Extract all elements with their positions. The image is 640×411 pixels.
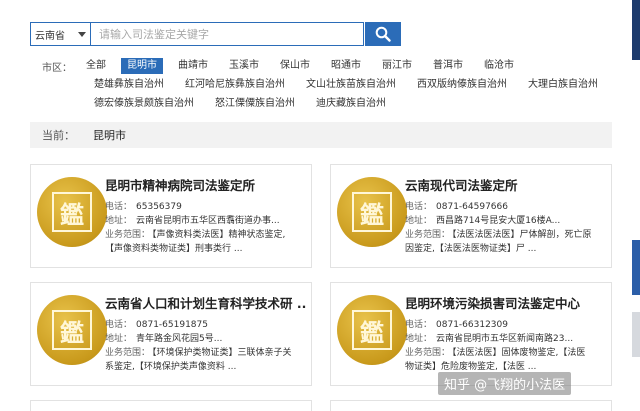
side-image <box>632 240 640 295</box>
address-value: 西昌路714号昆安大厦16楼A... <box>436 216 561 226</box>
region-option[interactable]: 昆明市 <box>121 58 163 74</box>
province-select-value: 云南省 <box>35 30 65 42</box>
address-label: 地址： <box>405 334 433 344</box>
institution-name[interactable]: 云南现代司法鉴定所 <box>405 175 607 194</box>
institution-logo: 鑑 <box>337 295 407 365</box>
region-option[interactable]: 迪庆藏族自治州 <box>310 96 392 112</box>
scope-label: 业务范围： <box>405 230 451 240</box>
address-value: 云南省昆明市五华区西翥街道办事... <box>136 216 280 226</box>
scope-label: 业务范围： <box>105 348 151 358</box>
institution-card-partial <box>330 400 612 411</box>
institution-name[interactable]: 昆明市精神病院司法鉴定所 <box>105 175 307 194</box>
seal-icon: 鑑 <box>52 192 92 232</box>
search-icon <box>375 26 391 42</box>
side-strip <box>628 0 640 411</box>
address-label: 地址： <box>105 334 133 344</box>
phone-label: 电话： <box>405 202 433 212</box>
current-location-bar: 当前： 昆明市 <box>30 122 612 148</box>
institution-name[interactable]: 昆明环境污染损害司法鉴定中心 <box>405 293 607 312</box>
region-row-2: 楚雄彝族自治州 红河哈尼族彝族自治州 文山壮族苗族自治州 西双版纳傣族自治州 大理白族自… <box>88 77 613 93</box>
region-row-3: 德宏傣族景颇族自治州 怒江傈僳族自治州 迪庆藏族自治州 <box>88 96 401 112</box>
seal-icon: 鑑 <box>352 192 392 232</box>
phone-label: 电话： <box>105 202 133 212</box>
phone-label: 电话： <box>105 320 133 330</box>
search-input[interactable] <box>90 22 364 46</box>
search-bar: 云南省 <box>30 22 401 46</box>
scope-line-1: 【法医法医】固体废物鉴定,【法医 <box>452 348 586 358</box>
address-label: 地址： <box>105 216 133 226</box>
region-option[interactable]: 文山壮族苗族自治州 <box>300 77 402 93</box>
institution-card[interactable]: 鑑 云南省人口和计划生育科学技术研 ... 电话： 0871-65191875 地… <box>30 282 312 386</box>
region-option[interactable]: 丽江市 <box>376 58 418 74</box>
address-value: 青年路金风花园5号... <box>136 334 223 344</box>
region-option[interactable]: 西双版纳傣族自治州 <box>411 77 513 93</box>
scope-line-1: 【声像资料类法医】精神状态鉴定, <box>152 230 286 240</box>
current-label: 当前： <box>42 129 75 142</box>
address-value: 云南省昆明市五华区新闻南路23... <box>436 334 574 344</box>
region-option[interactable]: 临沧市 <box>478 58 520 74</box>
address-label: 地址： <box>405 216 433 226</box>
side-image <box>632 0 640 60</box>
seal-icon: 鑑 <box>352 310 392 350</box>
institution-card[interactable]: 鑑 昆明市精神病院司法鉴定所 电话： 65356379 地址： 云南省昆明市五华区西… <box>30 164 312 268</box>
institution-logo: 鑑 <box>37 295 107 365</box>
scope-line-1: 【环境保护类物证类】三联体亲子关 <box>152 348 292 358</box>
scope-label: 业务范围： <box>105 230 151 240</box>
phone-label: 电话： <box>405 320 433 330</box>
chevron-down-icon <box>78 32 86 37</box>
scope-line-1: 【法医法医法医】尸体解剖，死亡原 <box>452 230 592 240</box>
institution-logo: 鑑 <box>337 177 407 247</box>
institution-card[interactable]: 鑑 昆明环境污染损害司法鉴定中心 电话： 0871-66312309 地址： 云南省… <box>330 282 612 386</box>
phone-value: 0871-64597666 <box>436 202 508 212</box>
current-value: 昆明市 <box>93 129 126 142</box>
region-option[interactable]: 全部 <box>80 58 112 74</box>
region-option[interactable]: 昭通市 <box>325 58 367 74</box>
side-image <box>632 312 640 357</box>
region-option[interactable]: 玉溪市 <box>223 58 265 74</box>
phone-value: 0871-66312309 <box>436 320 508 330</box>
region-option[interactable]: 大理白族自治州 <box>522 77 604 93</box>
institution-name[interactable]: 云南省人口和计划生育科学技术研 ... <box>105 293 307 312</box>
region-option[interactable]: 曲靖市 <box>172 58 214 74</box>
region-option[interactable]: 怒江傈僳族自治州 <box>209 96 301 112</box>
region-option[interactable]: 保山市 <box>274 58 316 74</box>
search-button[interactable] <box>365 22 401 46</box>
main-panel: 云南省 市区： 全部昆明市曲靖市玉溪市保山市昭通市丽江市普洱市临沧市 楚雄彝族自… <box>18 0 618 411</box>
scope-line-2: 物证类】危险废物鉴定,【法医 ... <box>405 362 537 372</box>
province-select[interactable]: 云南省 <box>30 22 90 46</box>
phone-value: 65356379 <box>136 202 182 212</box>
institution-card-partial <box>30 400 312 411</box>
region-option[interactable]: 红河哈尼族彝族自治州 <box>179 77 291 93</box>
scope-label: 业务范围： <box>405 348 451 358</box>
region-option[interactable]: 德宏傣族景颇族自治州 <box>88 96 200 112</box>
scope-line-2: 系鉴定,【环境保护类声像资料 ... <box>105 362 237 372</box>
phone-value: 0871-65191875 <box>136 320 208 330</box>
institution-card[interactable]: 鑑 云南现代司法鉴定所 电话： 0871-64597666 地址： 西昌路714号昆… <box>330 164 612 268</box>
scope-line-2: 因鉴定,【法医法医物证类】尸 ... <box>405 244 537 254</box>
region-row-1: 全部 昆明市 曲靖市 玉溪市 保山市 昭通市 丽江市 普洱市 临沧市 <box>80 58 529 74</box>
region-option[interactable]: 普洱市 <box>427 58 469 74</box>
region-option[interactable]: 楚雄彝族自治州 <box>88 77 170 93</box>
watermark: 知乎 @飞翔的小法医 <box>438 372 572 395</box>
region-label: 市区： <box>42 63 72 74</box>
scope-line-2: 【声像资料类物证类】刑事类行 ... <box>105 244 243 254</box>
seal-icon: 鑑 <box>52 310 92 350</box>
institution-logo: 鑑 <box>37 177 107 247</box>
